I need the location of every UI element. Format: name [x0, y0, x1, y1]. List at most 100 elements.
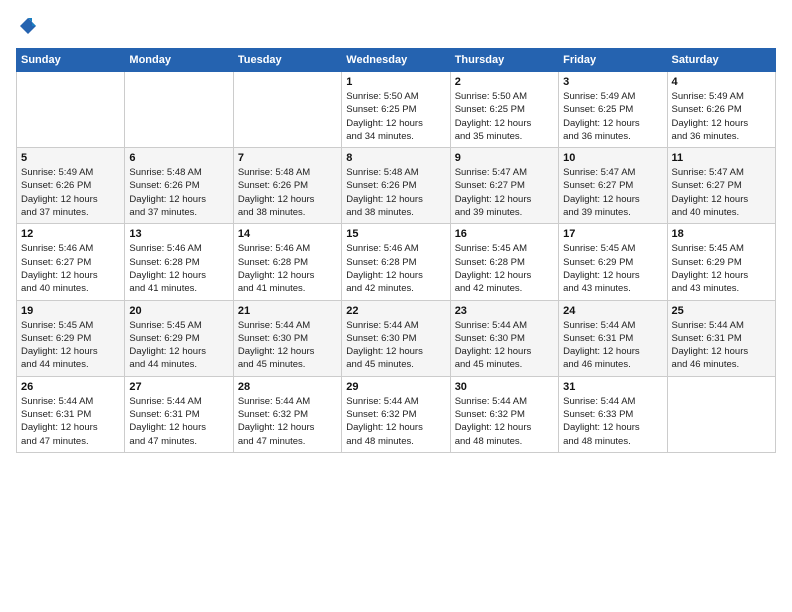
calendar-cell: 1 Sunrise: 5:50 AMSunset: 6:25 PMDaylight… — [342, 72, 450, 148]
day-number: 17 — [563, 228, 662, 240]
day-info: Sunrise: 5:45 AMSunset: 6:29 PMDaylight:… — [563, 242, 662, 295]
day-info: Sunrise: 5:44 AMSunset: 6:32 PMDaylight:… — [346, 395, 445, 448]
day-info: Sunrise: 5:44 AMSunset: 6:31 PMDaylight:… — [672, 319, 771, 372]
day-info: Sunrise: 5:46 AMSunset: 6:28 PMDaylight:… — [346, 242, 445, 295]
logo — [16, 16, 38, 36]
day-info: Sunrise: 5:46 AMSunset: 6:28 PMDaylight:… — [129, 242, 228, 295]
day-number: 8 — [346, 152, 445, 164]
day-number: 15 — [346, 228, 445, 240]
calendar-cell: 21 Sunrise: 5:44 AMSunset: 6:30 PMDayligh… — [233, 300, 341, 376]
day-info: Sunrise: 5:44 AMSunset: 6:30 PMDaylight:… — [346, 319, 445, 372]
calendar-cell: 3 Sunrise: 5:49 AMSunset: 6:25 PMDaylight… — [559, 72, 667, 148]
calendar-week-2: 5 Sunrise: 5:49 AMSunset: 6:26 PMDaylight… — [17, 148, 776, 224]
day-number: 13 — [129, 228, 228, 240]
day-number: 11 — [672, 152, 771, 164]
calendar-cell: 13 Sunrise: 5:46 AMSunset: 6:28 PMDayligh… — [125, 224, 233, 300]
calendar-cell — [17, 72, 125, 148]
calendar-cell: 11Sunrise: 5:47 AMSunset: 6:27 PMDayligh… — [667, 148, 775, 224]
calendar-cell: 22 Sunrise: 5:44 AMSunset: 6:30 PMDayligh… — [342, 300, 450, 376]
day-header-saturday: Saturday — [667, 49, 775, 72]
calendar-week-1: 1 Sunrise: 5:50 AMSunset: 6:25 PMDaylight… — [17, 72, 776, 148]
day-number: 22 — [346, 305, 445, 317]
page-header — [16, 16, 776, 36]
day-info: Sunrise: 5:50 AMSunset: 6:25 PMDaylight:… — [455, 90, 554, 143]
calendar-cell: 16 Sunrise: 5:45 AMSunset: 6:28 PMDayligh… — [450, 224, 558, 300]
calendar-cell: 9 Sunrise: 5:47 AMSunset: 6:27 PMDaylight… — [450, 148, 558, 224]
day-number: 14 — [238, 228, 337, 240]
calendar-cell: 15 Sunrise: 5:46 AMSunset: 6:28 PMDayligh… — [342, 224, 450, 300]
calendar-cell: 31Sunrise: 5:44 AMSunset: 6:33 PMDayligh… — [559, 376, 667, 452]
calendar-cell: 29 Sunrise: 5:44 AMSunset: 6:32 PMDayligh… — [342, 376, 450, 452]
calendar-cell: 19Sunrise: 5:45 AMSunset: 6:29 PMDayligh… — [17, 300, 125, 376]
calendar-cell: 4 Sunrise: 5:49 AMSunset: 6:26 PMDaylight… — [667, 72, 775, 148]
day-info: Sunrise: 5:50 AMSunset: 6:25 PMDaylight:… — [346, 90, 445, 143]
day-info: Sunrise: 5:46 AMSunset: 6:27 PMDaylight:… — [21, 242, 120, 295]
calendar-cell: 8Sunrise: 5:48 AMSunset: 6:26 PMDaylight… — [342, 148, 450, 224]
calendar-cell — [125, 72, 233, 148]
day-number: 6 — [129, 152, 228, 164]
day-header-tuesday: Tuesday — [233, 49, 341, 72]
calendar-cell: 12 Sunrise: 5:46 AMSunset: 6:27 PMDayligh… — [17, 224, 125, 300]
day-number: 28 — [238, 381, 337, 393]
day-info: Sunrise: 5:49 AMSunset: 6:26 PMDaylight:… — [672, 90, 771, 143]
day-info: Sunrise: 5:47 AMSunset: 6:27 PMDaylight:… — [455, 166, 554, 219]
day-info: Sunrise: 5:44 AMSunset: 6:32 PMDaylight:… — [238, 395, 337, 448]
calendar-cell: 26 Sunrise: 5:44 AMSunset: 6:31 PMDayligh… — [17, 376, 125, 452]
day-number: 26 — [21, 381, 120, 393]
day-number: 4 — [672, 76, 771, 88]
day-number: 25 — [672, 305, 771, 317]
calendar-week-3: 12 Sunrise: 5:46 AMSunset: 6:27 PMDayligh… — [17, 224, 776, 300]
day-number: 9 — [455, 152, 554, 164]
calendar-cell: 25 Sunrise: 5:44 AMSunset: 6:31 PMDayligh… — [667, 300, 775, 376]
day-number: 30 — [455, 381, 554, 393]
calendar-cell: 28 Sunrise: 5:44 AMSunset: 6:32 PMDayligh… — [233, 376, 341, 452]
day-info: Sunrise: 5:46 AMSunset: 6:28 PMDaylight:… — [238, 242, 337, 295]
logo-icon — [18, 16, 38, 36]
day-info: Sunrise: 5:44 AMSunset: 6:30 PMDaylight:… — [238, 319, 337, 372]
calendar-cell: 10 Sunrise: 5:47 AMSunset: 6:27 PMDayligh… — [559, 148, 667, 224]
calendar-cell: 20 Sunrise: 5:45 AMSunset: 6:29 PMDayligh… — [125, 300, 233, 376]
day-info: Sunrise: 5:48 AMSunset: 6:26 PMDaylight:… — [129, 166, 228, 219]
day-number: 5 — [21, 152, 120, 164]
day-number: 23 — [455, 305, 554, 317]
day-number: 3 — [563, 76, 662, 88]
day-number: 7 — [238, 152, 337, 164]
day-number: 12 — [21, 228, 120, 240]
day-info: Sunrise: 5:49 AMSunset: 6:25 PMDaylight:… — [563, 90, 662, 143]
day-header-thursday: Thursday — [450, 49, 558, 72]
day-number: 10 — [563, 152, 662, 164]
day-header-sunday: Sunday — [17, 49, 125, 72]
calendar-cell: 23Sunrise: 5:44 AMSunset: 6:30 PMDayligh… — [450, 300, 558, 376]
day-info: Sunrise: 5:45 AMSunset: 6:29 PMDaylight:… — [129, 319, 228, 372]
day-info: Sunrise: 5:44 AMSunset: 6:32 PMDaylight:… — [455, 395, 554, 448]
day-number: 24 — [563, 305, 662, 317]
day-number: 16 — [455, 228, 554, 240]
calendar-week-4: 19Sunrise: 5:45 AMSunset: 6:29 PMDayligh… — [17, 300, 776, 376]
day-info: Sunrise: 5:44 AMSunset: 6:31 PMDaylight:… — [21, 395, 120, 448]
calendar-cell: 24Sunrise: 5:44 AMSunset: 6:31 PMDayligh… — [559, 300, 667, 376]
day-number: 27 — [129, 381, 228, 393]
calendar-cell: 30 Sunrise: 5:44 AMSunset: 6:32 PMDayligh… — [450, 376, 558, 452]
calendar-week-5: 26 Sunrise: 5:44 AMSunset: 6:31 PMDayligh… — [17, 376, 776, 452]
calendar-cell: 7 Sunrise: 5:48 AMSunset: 6:26 PMDaylight… — [233, 148, 341, 224]
day-info: Sunrise: 5:47 AMSunset: 6:27 PMDaylight:… — [563, 166, 662, 219]
day-header-monday: Monday — [125, 49, 233, 72]
day-info: Sunrise: 5:45 AMSunset: 6:28 PMDaylight:… — [455, 242, 554, 295]
day-number: 21 — [238, 305, 337, 317]
calendar-cell: 18 Sunrise: 5:45 AMSunset: 6:29 PMDayligh… — [667, 224, 775, 300]
day-info: Sunrise: 5:48 AMSunset: 6:26 PMDaylight:… — [238, 166, 337, 219]
day-number: 20 — [129, 305, 228, 317]
day-number: 2 — [455, 76, 554, 88]
calendar-header-row: SundayMondayTuesdayWednesdayThursdayFrid… — [17, 49, 776, 72]
day-info: Sunrise: 5:49 AMSunset: 6:26 PMDaylight:… — [21, 166, 120, 219]
day-number: 29 — [346, 381, 445, 393]
calendar-cell: 14 Sunrise: 5:46 AMSunset: 6:28 PMDayligh… — [233, 224, 341, 300]
calendar-cell: 27Sunrise: 5:44 AMSunset: 6:31 PMDayligh… — [125, 376, 233, 452]
day-number: 18 — [672, 228, 771, 240]
calendar-cell: 6 Sunrise: 5:48 AMSunset: 6:26 PMDaylight… — [125, 148, 233, 224]
calendar-cell — [667, 376, 775, 452]
day-info: Sunrise: 5:44 AMSunset: 6:33 PMDaylight:… — [563, 395, 662, 448]
day-header-wednesday: Wednesday — [342, 49, 450, 72]
day-number: 1 — [346, 76, 445, 88]
day-info: Sunrise: 5:45 AMSunset: 6:29 PMDaylight:… — [672, 242, 771, 295]
